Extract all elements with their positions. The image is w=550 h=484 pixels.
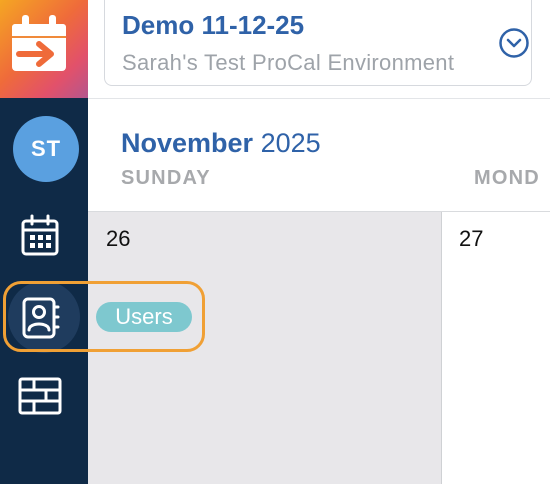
table-grid-icon[interactable] <box>18 376 62 416</box>
chevron-down-circle-icon[interactable] <box>498 27 530 59</box>
environment-subtitle: Sarah's Test ProCal Environment <box>122 50 455 75</box>
sidebar: ST <box>0 0 88 484</box>
weekday-header-sunday: SUNDAY <box>121 167 211 189</box>
user-avatar[interactable]: ST <box>13 116 79 182</box>
year: 2025 <box>260 128 321 158</box>
month-name: November <box>121 128 254 158</box>
weekday-header-monday: MOND <box>474 167 540 189</box>
date-number: 27 <box>459 226 484 251</box>
environment-title: Demo 11-12-25 <box>122 10 305 40</box>
date-number: 26 <box>106 226 131 251</box>
cell-separator <box>441 212 442 484</box>
month-heading: November 2025 <box>121 128 321 159</box>
highlight-outline <box>3 281 205 352</box>
calendar-icon[interactable] <box>19 214 61 258</box>
header-divider <box>88 98 550 99</box>
calendar-arrow-icon <box>12 15 66 71</box>
app-logo[interactable] <box>0 0 88 98</box>
